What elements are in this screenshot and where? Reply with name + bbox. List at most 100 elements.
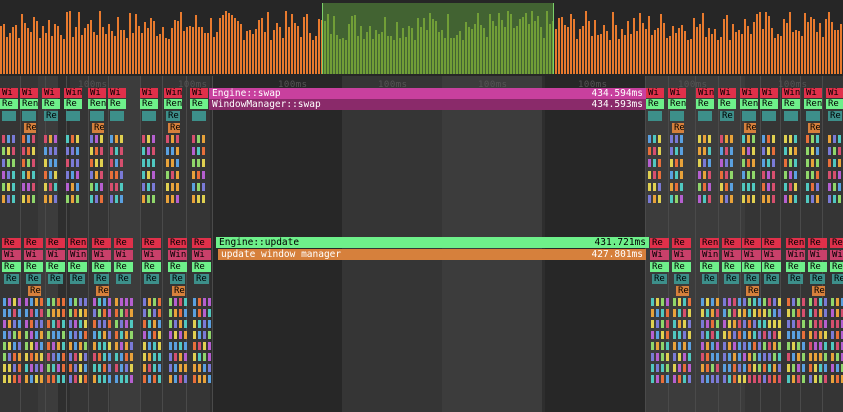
event-block[interactable] bbox=[166, 147, 169, 155]
event-block[interactable] bbox=[74, 375, 77, 383]
event-block[interactable] bbox=[670, 111, 684, 121]
event-block[interactable] bbox=[661, 331, 664, 339]
event-block[interactable] bbox=[706, 331, 709, 339]
event-block[interactable] bbox=[675, 159, 678, 167]
event-block[interactable] bbox=[683, 375, 686, 383]
event-block[interactable] bbox=[47, 364, 50, 372]
event-block[interactable] bbox=[733, 342, 736, 350]
event-block[interactable]: Re bbox=[762, 262, 781, 272]
event-block[interactable] bbox=[752, 195, 755, 203]
event-block[interactable] bbox=[52, 342, 55, 350]
event-block[interactable] bbox=[733, 331, 736, 339]
event-block[interactable] bbox=[8, 342, 11, 350]
event-block[interactable] bbox=[179, 375, 182, 383]
event-block[interactable] bbox=[130, 331, 133, 339]
event-block[interactable] bbox=[758, 353, 761, 361]
event-block[interactable] bbox=[108, 375, 111, 383]
event-block[interactable]: Wi bbox=[190, 88, 208, 98]
event-block[interactable] bbox=[728, 364, 731, 372]
event-block[interactable] bbox=[758, 298, 761, 306]
event-block[interactable] bbox=[747, 159, 750, 167]
event-block[interactable]: Re bbox=[674, 274, 689, 284]
event-block[interactable] bbox=[688, 298, 691, 306]
event-block[interactable] bbox=[30, 320, 33, 328]
event-block[interactable] bbox=[35, 309, 38, 317]
event-block[interactable] bbox=[824, 320, 827, 328]
event-block[interactable] bbox=[661, 375, 664, 383]
event-block[interactable] bbox=[753, 353, 756, 361]
event-block[interactable]: Wi bbox=[830, 250, 843, 260]
event-block[interactable] bbox=[836, 298, 839, 306]
event-block[interactable] bbox=[728, 353, 731, 361]
event-block[interactable] bbox=[198, 364, 201, 372]
event-block[interactable] bbox=[666, 353, 669, 361]
event-block[interactable] bbox=[768, 309, 771, 317]
event-block[interactable] bbox=[678, 309, 681, 317]
event-block[interactable] bbox=[100, 147, 103, 155]
event-block[interactable] bbox=[683, 298, 686, 306]
event-block[interactable] bbox=[753, 342, 756, 350]
event-block[interactable] bbox=[670, 183, 673, 191]
event-block[interactable] bbox=[787, 298, 790, 306]
event-block[interactable] bbox=[762, 159, 765, 167]
event-block[interactable] bbox=[71, 159, 74, 167]
event-block[interactable] bbox=[720, 171, 723, 179]
event-block[interactable] bbox=[108, 353, 111, 361]
event-block[interactable] bbox=[153, 353, 156, 361]
event-block[interactable] bbox=[831, 364, 834, 372]
event-block[interactable] bbox=[100, 171, 103, 179]
event-block[interactable] bbox=[76, 183, 79, 191]
event-block[interactable] bbox=[120, 159, 123, 167]
event-block[interactable]: Win bbox=[64, 88, 82, 98]
event-block[interactable] bbox=[789, 135, 792, 143]
event-block[interactable] bbox=[743, 342, 746, 350]
event-block[interactable]: Re bbox=[724, 274, 739, 284]
event-block[interactable] bbox=[678, 342, 681, 350]
event-block[interactable]: Re bbox=[142, 238, 161, 248]
event-block[interactable] bbox=[673, 320, 676, 328]
event-block[interactable] bbox=[831, 309, 834, 317]
event-block[interactable] bbox=[792, 375, 795, 383]
event-block[interactable] bbox=[197, 171, 200, 179]
event-block[interactable]: Re bbox=[762, 238, 781, 248]
event-block[interactable] bbox=[814, 320, 817, 328]
event-block[interactable] bbox=[787, 375, 790, 383]
event-block[interactable] bbox=[753, 309, 756, 317]
event-block[interactable]: Win bbox=[696, 88, 714, 98]
event-block[interactable] bbox=[723, 342, 726, 350]
event-block[interactable] bbox=[703, 159, 706, 167]
event-block[interactable]: Ren bbox=[20, 99, 38, 109]
event-block[interactable] bbox=[836, 375, 839, 383]
event-block[interactable] bbox=[806, 135, 809, 143]
event-block[interactable]: Re bbox=[142, 262, 161, 272]
event-block[interactable] bbox=[84, 353, 87, 361]
event-block[interactable] bbox=[184, 320, 187, 328]
event-block[interactable] bbox=[57, 353, 60, 361]
event-block[interactable] bbox=[148, 342, 151, 350]
event-block[interactable] bbox=[32, 135, 35, 143]
event-block[interactable] bbox=[166, 183, 169, 191]
event-block[interactable] bbox=[836, 331, 839, 339]
event-block[interactable] bbox=[69, 331, 72, 339]
event-block[interactable] bbox=[152, 183, 155, 191]
event-block[interactable] bbox=[680, 135, 683, 143]
event-block[interactable] bbox=[8, 353, 11, 361]
event-block[interactable]: Re bbox=[192, 238, 211, 248]
event-block[interactable] bbox=[723, 331, 726, 339]
event-block[interactable] bbox=[110, 195, 113, 203]
event-block[interactable]: Wi bbox=[740, 88, 758, 98]
event-block[interactable] bbox=[772, 171, 775, 179]
event-block[interactable] bbox=[71, 195, 74, 203]
event-block[interactable] bbox=[184, 364, 187, 372]
event-block[interactable] bbox=[142, 147, 145, 155]
event-block[interactable] bbox=[158, 364, 161, 372]
event-block[interactable] bbox=[22, 183, 25, 191]
event-block[interactable] bbox=[176, 147, 179, 155]
event-block[interactable] bbox=[148, 331, 151, 339]
event-block[interactable] bbox=[733, 353, 736, 361]
event-block[interactable] bbox=[792, 298, 795, 306]
event-block[interactable] bbox=[166, 195, 169, 203]
event-block[interactable]: Re bbox=[44, 111, 58, 121]
event-block[interactable] bbox=[202, 183, 205, 191]
event-block[interactable] bbox=[32, 147, 35, 155]
